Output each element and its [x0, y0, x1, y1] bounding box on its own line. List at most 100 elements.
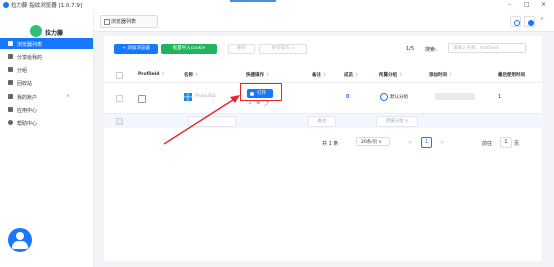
header-label: 成员 [344, 73, 353, 78]
header-group[interactable]: 所属分组 ⇕ [379, 72, 402, 78]
sort-icon: ⇕ [161, 72, 165, 77]
sort-icon: ⇕ [322, 73, 327, 78]
ghost-remark-input[interactable]: 备注 [308, 116, 336, 127]
search-label: 搜索: [425, 47, 437, 53]
row-checkbox[interactable] [116, 95, 123, 102]
sidebar: 拉力藤 浏览器列表 分享给我的 分组 回收站 我的账户 ∨ 应用中心 帮助中心 [0, 11, 94, 267]
prev-page-button[interactable]: < [408, 140, 412, 146]
tab-menu-chevron-icon[interactable]: ∨ [540, 16, 544, 22]
sidebar-item-trash[interactable]: 回收站 [0, 77, 93, 88]
window-title: 拉力藤 指纹浏览器 [1.0.7.9] [11, 3, 83, 9]
goto-page-input[interactable]: 1 [500, 137, 512, 148]
download-icon[interactable]: ⇩ [248, 100, 252, 106]
sidebar-item-help[interactable]: 帮助中心 [0, 117, 93, 128]
table-row[interactable] [104, 83, 542, 114]
header-label: 备注 [312, 73, 321, 78]
tab-label: 浏览器列表 [111, 19, 137, 25]
sort-icon: ⇕ [194, 73, 199, 78]
sidebar-item-label: 帮助中心 [17, 120, 38, 127]
gear-icon [527, 19, 534, 26]
sidebar-item-label: 分组 [17, 67, 28, 74]
row-group: 默认分组 [390, 95, 408, 100]
page-fraction: 1/5 [406, 46, 415, 52]
goto-label: 前往 [482, 141, 493, 147]
maximize-button[interactable]: □ [524, 1, 530, 8]
refresh-icon [513, 19, 520, 26]
app-logo-icon [3, 2, 9, 8]
ghost-checkbox [116, 118, 123, 125]
chevron-down-icon: ∨ [66, 93, 70, 99]
add-browser-button[interactable]: + 添加浏览器 [114, 44, 158, 54]
header-label: 名称 [184, 73, 193, 78]
row-last-used: 1 [498, 94, 502, 100]
group-radio-icon [380, 93, 388, 101]
sidebar-item-groups[interactable]: 分组 [0, 64, 93, 75]
refresh-button[interactable] [510, 16, 521, 27]
page-suffix: 页 [514, 141, 520, 147]
window-title-bar: 拉力藤 指纹浏览器 [1.0.7.9] – □ × [0, 0, 554, 11]
folder-share-icon [8, 54, 13, 59]
settings-button[interactable] [524, 16, 535, 27]
import-cookie-button[interactable]: 批量导入cookie [161, 44, 217, 54]
user-avatar[interactable] [8, 228, 32, 252]
page-size-select[interactable]: 20条/页 ∨ [356, 137, 390, 146]
apps-icon [8, 107, 13, 112]
search-input[interactable]: 请输入名称、ProfileId [448, 43, 526, 53]
sidebar-item-account[interactable]: 我的账户 ∨ [0, 91, 93, 102]
more-actions-button[interactable]: 更多操作 ∨ [259, 44, 307, 54]
header-quick-ops[interactable]: 快捷操作 ⇕ [246, 72, 269, 78]
settings-icon[interactable]: ⚙ [256, 100, 260, 106]
tab-bar: 浏览器列表 ∨ [94, 11, 554, 32]
header-created[interactable]: 添加时间 ⇕ [429, 72, 452, 78]
main-panel: + 添加浏览器 批量导入cookie 删除 更多操作 ∨ 1/5 搜索: 请输入… [104, 36, 542, 261]
header-label: 添加时间 [429, 73, 447, 78]
select-all-checkbox[interactable] [116, 72, 123, 79]
sort-icon: ⇕ [354, 73, 359, 78]
sidebar-item-label: 浏览器列表 [17, 41, 43, 48]
header-label: 快捷操作 [246, 73, 264, 78]
header-profile-id[interactable]: ProfileId ⇕ [138, 72, 165, 77]
header-label: 所属分组 [379, 73, 397, 78]
sidebar-item-apps[interactable]: 应用中心 [0, 104, 93, 115]
header-remark[interactable]: 备注 ⇕ [312, 72, 326, 78]
ghost-group-select[interactable]: 所属分组 ∨ [376, 116, 418, 127]
page-number-button[interactable]: 1 [421, 137, 432, 148]
pagination-total: 共 1 条 [322, 141, 339, 147]
brand-name: 拉力藤 [45, 30, 64, 37]
sort-icon: ⇕ [265, 73, 270, 78]
share-icon[interactable]: ⤴ [264, 100, 269, 107]
sidebar-item-label: 回收站 [17, 80, 33, 87]
user-icon [8, 94, 13, 99]
row-members: 0 [346, 94, 350, 100]
windows-logo-icon [184, 93, 192, 101]
delete-button[interactable]: 删除 [228, 44, 255, 54]
highlight-box [240, 83, 282, 101]
avatar-body [12, 241, 28, 249]
row-created-blurred [435, 93, 475, 100]
sidebar-item-label: 我的账户 [17, 94, 38, 101]
ghost-name-input[interactable] [188, 116, 236, 127]
header-members[interactable]: 成员 ⇕ [344, 72, 358, 78]
list-icon [104, 19, 110, 25]
header-last-used[interactable]: 最后使用时间 [498, 72, 525, 78]
sidebar-item-shared[interactable]: 分享给我的 [0, 51, 93, 62]
sidebar-item-label: 应用中心 [17, 107, 38, 114]
profile-id-icon[interactable] [138, 95, 146, 103]
avatar-head [16, 232, 24, 240]
close-button[interactable]: × [541, 1, 546, 8]
title-bar-accent [230, 0, 276, 2]
sort-icon: ⇕ [448, 73, 453, 78]
trash-icon [8, 80, 13, 85]
minimize-button[interactable]: – [508, 1, 511, 8]
header-name[interactable]: 名称 ⇕ [184, 72, 198, 78]
brand-logo-icon [30, 25, 42, 37]
tab-browser-list[interactable]: 浏览器列表 [100, 15, 158, 28]
help-icon [8, 120, 13, 125]
header-label: ProfileId [138, 72, 160, 77]
sidebar-item-label: 分享给我的 [17, 54, 43, 61]
sidebar-item-browser-list[interactable]: 浏览器列表 [0, 38, 93, 49]
list-icon [8, 41, 13, 46]
sort-icon: ⇕ [398, 73, 403, 78]
row-name: Proxy302 [195, 94, 216, 99]
next-page-button[interactable]: > [440, 140, 444, 146]
